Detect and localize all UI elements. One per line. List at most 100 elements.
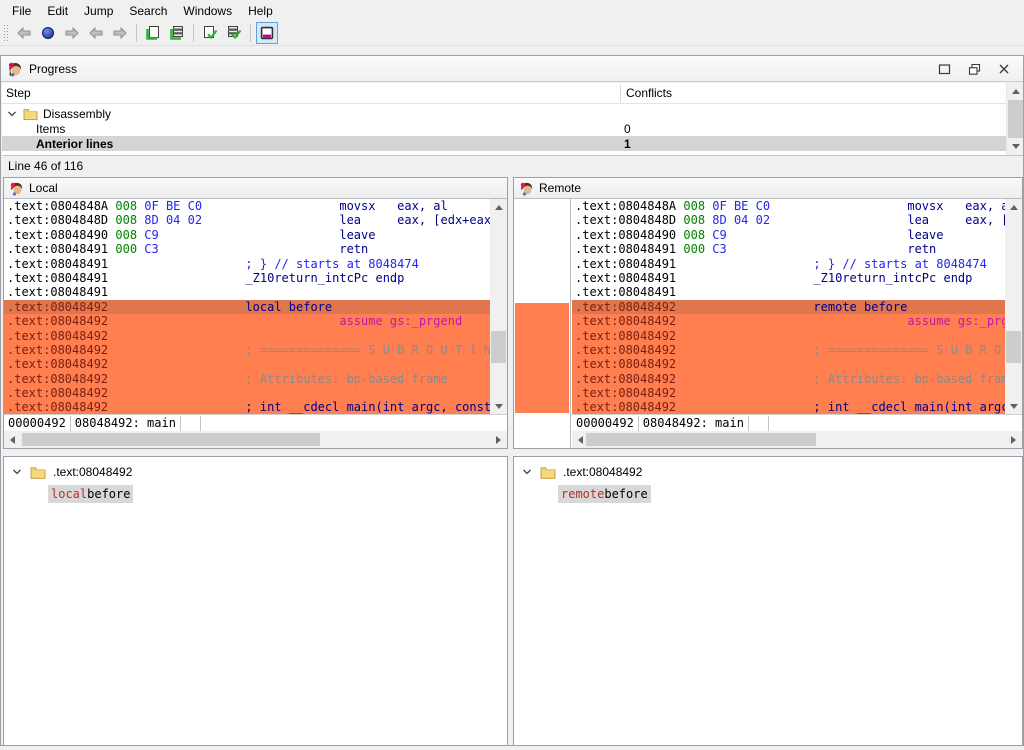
scrollbar-thumb[interactable] [1006, 331, 1021, 363]
close-icon [997, 62, 1011, 76]
listing-line[interactable]: .text:08048492 local before [4, 300, 490, 314]
menu-edit[interactable]: Edit [39, 2, 76, 20]
menu-file[interactable]: File [4, 2, 39, 20]
listing-line[interactable]: .text:08048492 ; int __cdecl main(int ar… [572, 400, 1005, 414]
scroll-up-arrow[interactable] [1007, 83, 1023, 100]
listing-line[interactable]: .text:08048492 [572, 386, 1005, 400]
menu-jump[interactable]: Jump [76, 2, 121, 20]
nav-back-button[interactable] [13, 22, 35, 44]
remote-detail-node[interactable]: .text:08048492 [514, 463, 642, 481]
listing-line[interactable]: .text:08048492 [4, 386, 490, 400]
listing-line[interactable]: .text:08048491 _Z10return_intcPc endp [4, 271, 490, 285]
listing-line[interactable]: .text:08048492 remote before [572, 300, 1005, 314]
listing-line[interactable]: .text:0804848D 008 8D 04 02 lea eax, [ed… [4, 213, 490, 227]
scroll-right-arrow[interactable] [1005, 431, 1022, 448]
remote-horizontal-scrollbar[interactable] [572, 431, 1022, 448]
listing-line[interactable]: .text:08048492 assume gs:_prgend [572, 314, 1005, 328]
scroll-right-arrow[interactable] [490, 431, 507, 448]
scroll-down-arrow[interactable] [1005, 398, 1022, 415]
database-check-button[interactable] [223, 22, 245, 44]
listing-line[interactable]: .text:08048491 ; } // starts at 8048474 [572, 257, 1005, 271]
menu-bar: File Edit Jump Search Windows Help [0, 0, 1024, 21]
scroll-down-arrow[interactable] [1007, 138, 1023, 155]
listing-line[interactable]: .text:08048492 [4, 357, 490, 371]
window-titlebar[interactable]: Progress [1, 56, 1023, 82]
chevron-down-icon[interactable] [12, 467, 22, 477]
file-check-button[interactable] [199, 22, 221, 44]
scrollbar-thumb[interactable] [586, 433, 816, 446]
listing-line[interactable]: .text:08048491 [572, 285, 1005, 299]
column-step[interactable]: Step [6, 86, 31, 100]
toolbar-grip[interactable] [3, 24, 8, 42]
listing-line[interactable]: .text:08048492 ; int __cdecl main(int ar… [4, 400, 490, 414]
toolbar-separator [136, 24, 137, 42]
remote-change-item[interactable]: remote before [558, 485, 651, 503]
diff-map-highlight-block[interactable] [515, 303, 569, 413]
listing-line[interactable]: .text:08048492 [572, 329, 1005, 343]
local-pane-header[interactable]: Local [4, 178, 507, 199]
listing-line[interactable]: .text:08048491 000 C3 retn [4, 242, 490, 256]
menu-help[interactable]: Help [240, 2, 281, 20]
listing-line[interactable]: .text:08048492 [4, 329, 490, 343]
listing-line[interactable]: .text:0804848A 008 0F BE C0 movsx eax, a… [4, 199, 490, 213]
diff-map-gutter[interactable] [514, 199, 571, 448]
folder-icon [30, 465, 46, 479]
table-row-items[interactable]: Items 0 [2, 121, 1006, 136]
local-detail-node[interactable]: .text:08048492 [4, 463, 132, 481]
load-database-button[interactable] [166, 22, 188, 44]
menu-windows[interactable]: Windows [175, 2, 240, 20]
scrollbar-thumb[interactable] [22, 433, 320, 446]
listing-line[interactable]: .text:08048492 ; Attributes: bp-based fr… [4, 372, 490, 386]
restore-icon [967, 62, 982, 77]
local-change-item[interactable]: local before [48, 485, 133, 503]
scroll-up-arrow[interactable] [1005, 199, 1022, 216]
column-divider[interactable] [620, 85, 621, 102]
local-horizontal-scrollbar[interactable] [4, 431, 507, 448]
listing-line[interactable]: .text:08048491 [4, 285, 490, 299]
table-row-anterior-lines[interactable]: Anterior lines 1 [2, 136, 1006, 151]
table-vertical-scrollbar[interactable] [1006, 83, 1023, 155]
chevron-down-icon[interactable] [522, 467, 532, 477]
local-vertical-scrollbar[interactable] [490, 199, 507, 415]
listing-line[interactable]: .text:08048492 assume gs:_prgend [4, 314, 490, 328]
scroll-left-arrow[interactable] [4, 431, 21, 448]
listing-line[interactable]: .text:08048492 ; ============== S U B R … [4, 343, 490, 357]
close-button[interactable] [989, 58, 1019, 80]
chevron-down-icon[interactable] [7, 109, 17, 119]
change-word: remote [561, 487, 604, 501]
scroll-down-arrow[interactable] [490, 398, 507, 415]
listing-line[interactable]: .text:08048492 [572, 357, 1005, 371]
listing-line[interactable]: .text:08048491 000 C3 retn [572, 242, 1005, 256]
status-empty-cell [749, 416, 769, 431]
local-status-bar: 00000492 08048492: main [4, 414, 507, 431]
listing-line[interactable]: .text:08048490 008 C9 leave [572, 228, 1005, 242]
menu-search[interactable]: Search [121, 2, 175, 20]
remote-vertical-scrollbar[interactable] [1005, 199, 1022, 415]
jump-back-button[interactable] [85, 22, 107, 44]
listing-line[interactable]: .text:08048492 ; Attributes: bp-based fr… [572, 372, 1005, 386]
load-file-button[interactable] [142, 22, 164, 44]
listing-line[interactable]: .text:0804848D 008 8D 04 02 lea eax, [ed… [572, 213, 1005, 227]
jump-forward-button[interactable] [109, 22, 131, 44]
remote-pane-header[interactable]: Remote [514, 178, 1022, 199]
maximize-button[interactable] [929, 58, 959, 80]
scrollbar-thumb[interactable] [1008, 100, 1023, 138]
scrollbar-thumb[interactable] [491, 331, 506, 363]
nav-forward-button[interactable] [61, 22, 83, 44]
listing-line[interactable]: .text:0804848A 008 0F BE C0 movsx eax, a… [572, 199, 1005, 213]
ida-app-icon [519, 181, 534, 196]
column-conflicts[interactable]: Conflicts [626, 86, 672, 100]
scroll-up-arrow[interactable] [490, 199, 507, 216]
listing-line[interactable]: .text:08048490 008 C9 leave [4, 228, 490, 242]
window-title: Progress [29, 62, 77, 76]
listing-line[interactable]: .text:08048492 ; ============== S U B R … [572, 343, 1005, 357]
local-pane-title: Local [29, 181, 58, 195]
listing-line[interactable]: .text:08048491 ; } // starts at 8048474 [4, 257, 490, 271]
listing-line[interactable]: .text:08048491 _Z10return_intcPc endp [572, 271, 1005, 285]
change-rest: before [87, 487, 130, 501]
line-indicator: Line 46 of 116 [8, 159, 83, 173]
table-row-disassembly[interactable]: Disassembly [2, 106, 1006, 121]
nav-current-button[interactable] [37, 22, 59, 44]
display-view-button[interactable] [256, 22, 278, 44]
restore-button[interactable] [959, 58, 989, 80]
